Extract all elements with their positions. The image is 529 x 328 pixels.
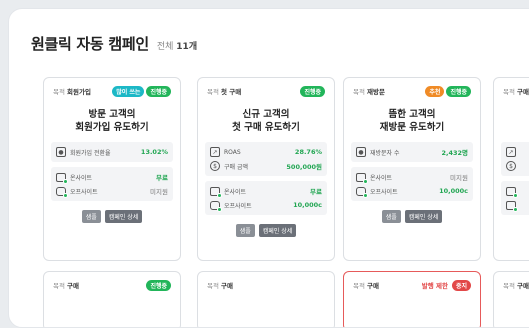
campaign-panel: 원클릭 자동 캠페인 전체 11개 목적 회원가입 많이 쓰는 진행중 방문 고… xyxy=(8,8,529,328)
offsite-icon xyxy=(506,200,518,212)
card-headline: 뜸한 고객의 재방문 유도하기 xyxy=(379,109,445,133)
coin-icon: $ xyxy=(210,161,220,171)
trend-icon: ↗ xyxy=(506,147,516,157)
site-value: 10,000c xyxy=(293,201,322,209)
site-box: 온사이트 미지원 오프사이트 10,000c xyxy=(351,167,473,201)
status-badge: 진행중 xyxy=(300,85,325,97)
card-purpose: 목적 구매 xyxy=(503,282,529,290)
onsite-icon xyxy=(56,172,68,184)
coin-icon: $ xyxy=(506,161,516,171)
card-purpose: 목적 구매 xyxy=(353,282,380,290)
sample-button[interactable]: 샘플 xyxy=(81,210,101,223)
sample-button[interactable]: 샘플 xyxy=(381,210,401,223)
metric-box: ● 재방문자 수 2,432명 xyxy=(351,142,473,162)
campaign-card-first-purchase[interactable]: 목적 첫 구매 진행중 신규 고객의 첫 구매 유도하기 ↗ ROAS 28.76… xyxy=(197,77,335,261)
sample-button[interactable]: 샘플 xyxy=(235,224,255,237)
offsite-icon xyxy=(356,186,368,198)
campaign-card-purchase[interactable]: 목적 구매 ↗ $ xyxy=(493,77,529,261)
user-icon: ● xyxy=(356,147,366,157)
onsite-icon xyxy=(210,186,222,198)
campaign-detail-button[interactable]: 캠페인 상세 xyxy=(104,210,143,223)
status-badge: 진행중 xyxy=(146,279,171,291)
card-purpose: 목적 회원가입 xyxy=(53,88,91,96)
site-box: 온사이트 무료 오프사이트 10,000c xyxy=(205,181,327,215)
site-value: 10,000c xyxy=(439,187,468,195)
card-purpose: 목적 구매 xyxy=(503,88,529,96)
card-headline: 신규 고객의 첫 구매 유도하기 xyxy=(232,109,300,133)
metric-value: 28.76% xyxy=(294,148,322,156)
onsite-icon xyxy=(356,172,368,184)
page-header: 원클릭 자동 캠페인 전체 11개 xyxy=(31,33,197,54)
card-purpose: 목적 구매 xyxy=(53,282,80,290)
card-purpose: 목적 재방문 xyxy=(353,88,385,96)
card-purpose: 목적 첫 구매 xyxy=(207,88,242,96)
campaign-card-signup[interactable]: 목적 회원가입 많이 쓰는 진행중 방문 고객의 회원가입 유도하기 ● 회원가입… xyxy=(43,77,181,261)
metric-label: 재방문자 수 xyxy=(370,149,400,157)
site-box xyxy=(501,181,529,215)
metric-value: 2,432명 xyxy=(441,149,468,157)
page-title: 원클릭 자동 캠페인 xyxy=(31,35,149,53)
metric-value: 500,000원 xyxy=(286,163,322,171)
campaign-card-revisit[interactable]: 목적 재방문 추천 진행중 뜸한 고객의 재방문 유도하기 ● 재방문자 수 2,… xyxy=(343,77,481,261)
onsite-icon xyxy=(506,186,518,198)
total-count: 전체 11개 xyxy=(156,42,198,52)
campaign-detail-button[interactable]: 캠페인 상세 xyxy=(258,224,297,237)
metric-label: ROAS xyxy=(224,148,241,156)
card-headline: 방문 고객의 회원가입 유도하기 xyxy=(75,109,149,133)
recommend-badge: 추천 xyxy=(425,85,445,97)
popular-badge: 많이 쓰는 xyxy=(112,85,145,97)
block-warning-text: 발행 제한 xyxy=(421,282,448,290)
metric-value: 13.02% xyxy=(140,148,168,156)
metric-label: 구매 금액 xyxy=(224,163,248,171)
status-badge: 진행중 xyxy=(146,85,171,97)
site-label: 오프사이트 xyxy=(224,202,252,210)
campaign-detail-button[interactable]: 캠페인 상세 xyxy=(404,210,443,223)
stopped-badge: 중지 xyxy=(451,279,471,291)
card-purpose: 목적 구매 xyxy=(207,282,234,290)
offsite-icon xyxy=(210,200,222,212)
metric-box: ↗ $ xyxy=(501,142,529,176)
site-box: 온사이트 무료 오프사이트 미지원 xyxy=(51,167,173,201)
site-label: 온사이트 xyxy=(70,174,93,182)
site-value: 무료 xyxy=(310,188,322,196)
site-label: 오프사이트 xyxy=(70,188,98,196)
site-value: 무료 xyxy=(156,174,168,182)
site-label: 온사이트 xyxy=(370,174,393,182)
offsite-icon xyxy=(56,186,68,198)
status-badge: 진행중 xyxy=(446,85,471,97)
site-label: 오프사이트 xyxy=(370,188,398,196)
metric-box: ● 회원가입 전환율 13.02% xyxy=(51,142,173,162)
site-label: 온사이트 xyxy=(224,188,247,196)
trend-icon: ↗ xyxy=(210,147,220,157)
site-value: 미지원 xyxy=(150,188,168,196)
metric-box: ↗ ROAS 28.76% $ 구매 금액 500,000원 xyxy=(205,142,327,176)
user-icon: ● xyxy=(56,147,66,157)
site-value: 미지원 xyxy=(450,174,468,182)
metric-label: 회원가입 전환율 xyxy=(70,149,111,157)
